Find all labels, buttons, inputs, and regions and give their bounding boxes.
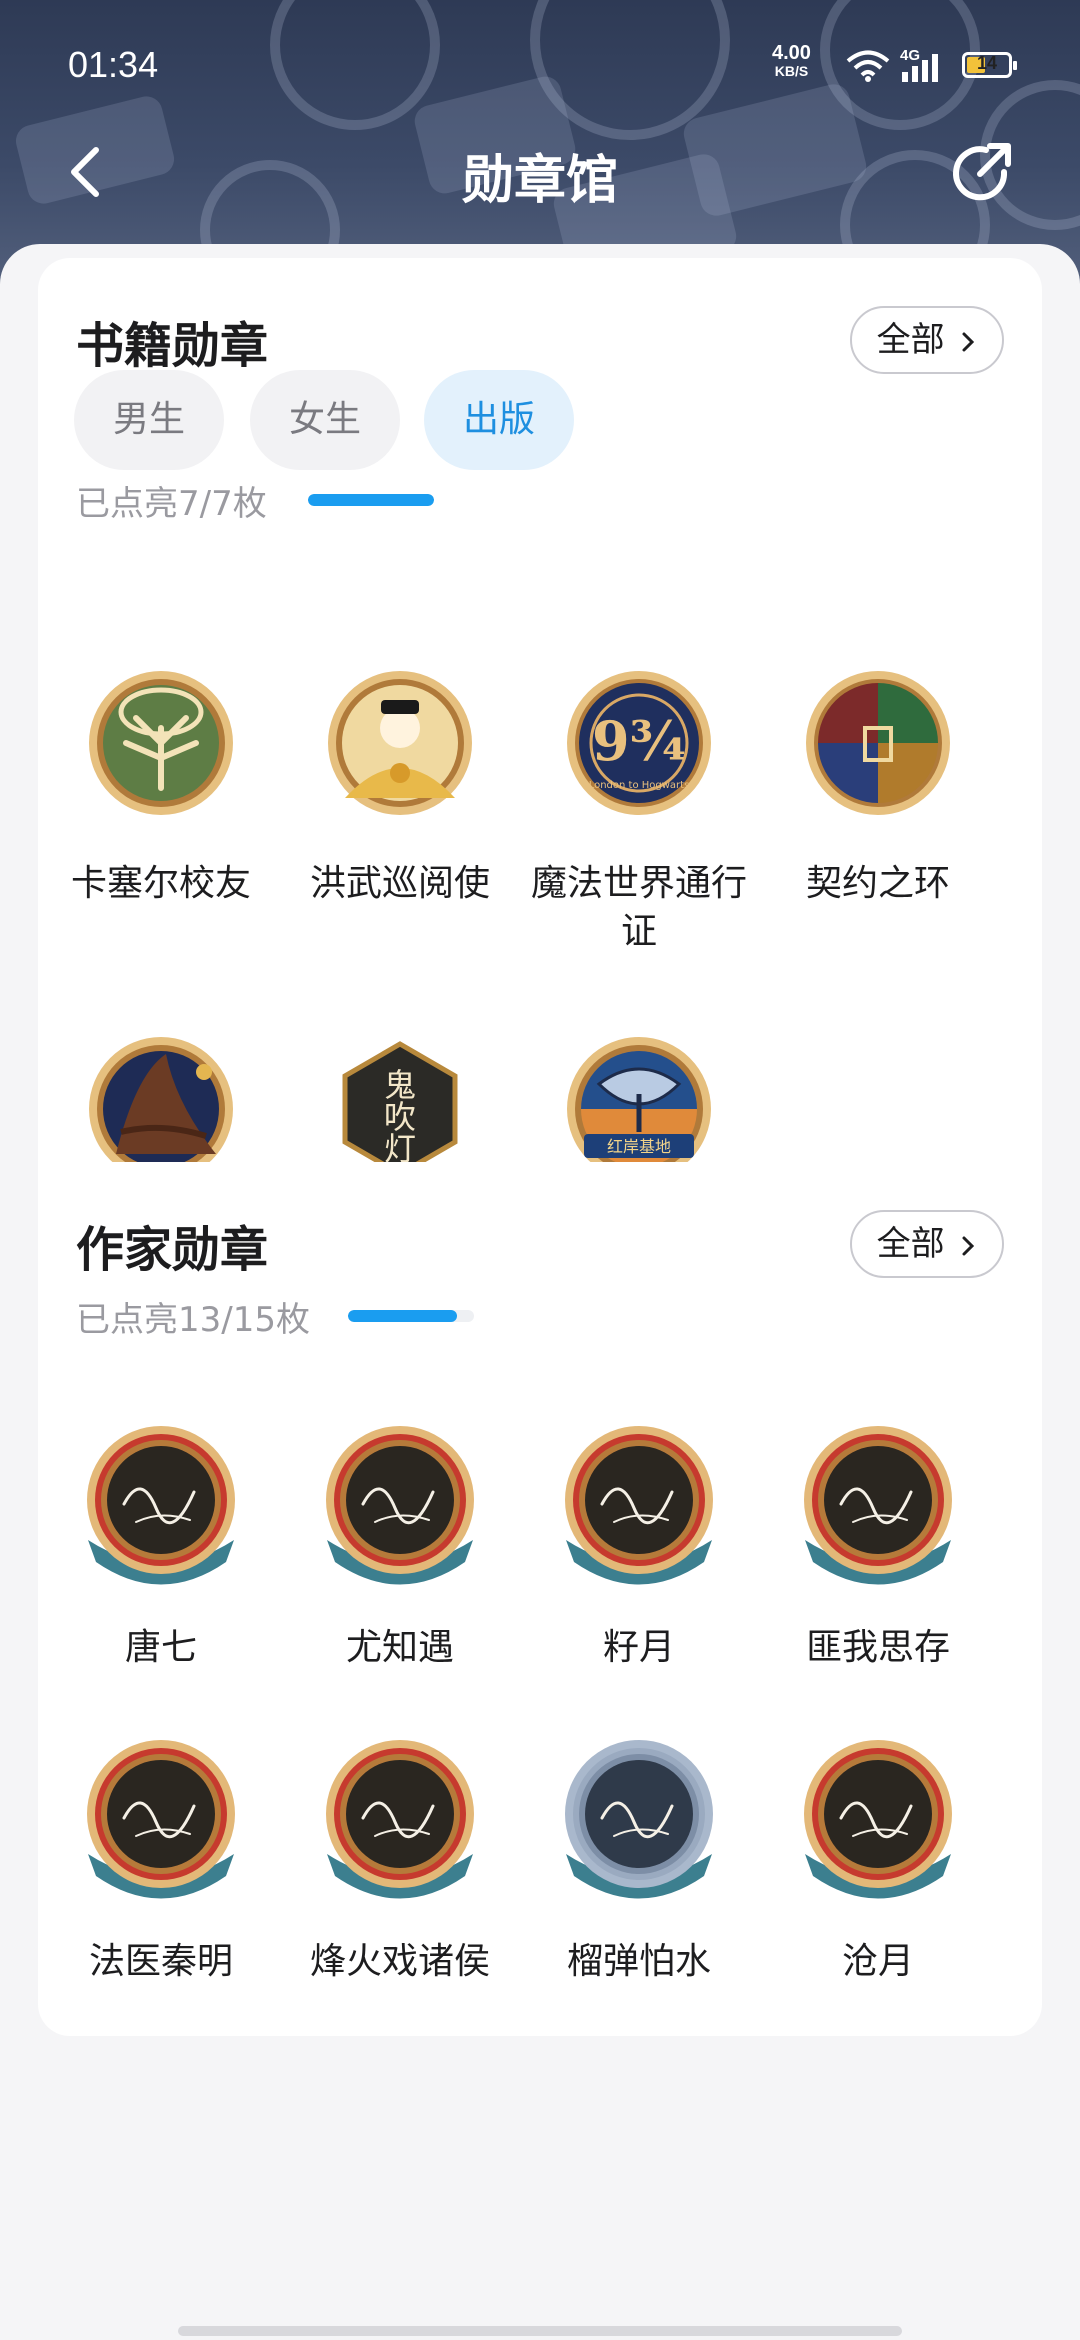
- hongwu-emperor-medal-icon: [305, 648, 495, 838]
- four-houses-medal-icon: [783, 648, 973, 838]
- signature-medal-icon: [66, 1726, 256, 1916]
- author-medal-name: 唐七: [124, 1627, 197, 1668]
- author-medals-progress-text: 已点亮13/15枚: [76, 1300, 310, 1340]
- progress-fill: [348, 1310, 458, 1322]
- signature-medal-icon: [305, 1726, 495, 1916]
- content-sheet: 书籍勋章 全部 男生 女生 出版 已点亮7/7枚 卡塞尔校友 洪武巡阅使 9¾ Lon…: [0, 244, 1080, 2340]
- signature-medal-icon: [544, 1726, 734, 1916]
- book-medal-name: 洪武巡阅使: [309, 863, 490, 904]
- author-medal-name: 法医秦明: [88, 1941, 233, 1982]
- all-button-label: 全部: [876, 1224, 945, 1264]
- network-speed-unit: KB/S: [774, 63, 809, 79]
- book-medals-title: 书籍勋章: [76, 318, 269, 374]
- progress-fill: [308, 494, 434, 506]
- status-time: 01:34: [68, 44, 159, 85]
- signature-medal-icon: [66, 1412, 256, 1602]
- wifi-icon: [846, 50, 890, 86]
- share-icon: [953, 143, 1011, 201]
- book-medals-all-button[interactable]: 全部: [850, 306, 1004, 374]
- author-medal-name: 沧月: [841, 1941, 914, 1982]
- author-medal-name: 匪我思存: [805, 1627, 950, 1668]
- platform-nine-three-quarters-medal-icon: 9¾ London to Hogwarts: [544, 648, 734, 838]
- cassell-tree-medal-icon: [66, 648, 256, 838]
- tab-published[interactable]: 出版: [424, 370, 574, 470]
- share-button[interactable]: [946, 138, 1016, 208]
- network-type: 4G: [900, 47, 920, 64]
- book-medals-progress-text: 已点亮7/7枚: [76, 484, 267, 524]
- signal-icon: 4G: [896, 46, 946, 90]
- author-medal-name: 榴弹怕水: [566, 1941, 711, 1982]
- all-button-label: 全部: [876, 320, 945, 360]
- network-speed-value: 4.00: [772, 42, 811, 64]
- svg-text:9¾: 9¾: [592, 709, 686, 773]
- network-speed: 4.00 KB/S: [772, 42, 811, 80]
- book-medal-name: 契约之环: [805, 863, 950, 904]
- tab-female[interactable]: 女生: [250, 370, 400, 470]
- author-medals-title: 作家勋章: [76, 1222, 269, 1278]
- tab-male[interactable]: 男生: [74, 370, 224, 470]
- book-medal-name: 魔法世界通行证: [530, 863, 747, 952]
- home-indicator: [178, 2326, 902, 2336]
- page-title: 勋章馆: [461, 151, 618, 211]
- author-medals-all-button[interactable]: 全部: [850, 1210, 1004, 1278]
- author-medals-progress-bar: [348, 1310, 474, 1322]
- author-medal-name: 籽月: [602, 1627, 675, 1668]
- svg-text:London to Hogwarts: London to Hogwarts: [589, 780, 690, 791]
- svg-text:红岸基地: 红岸基地: [607, 1137, 671, 1156]
- signature-medal-icon: [783, 1726, 973, 1916]
- author-medal-name: 烽火戏诸侯: [309, 1941, 490, 1982]
- chevron-right-icon: [962, 332, 975, 351]
- signature-medal-icon: [783, 1412, 973, 1602]
- book-medals-progress-bar: [308, 494, 434, 506]
- battery-icon: 14: [962, 52, 1017, 78]
- chevron-right-icon: [962, 1236, 975, 1255]
- signature-medal-icon: [305, 1412, 495, 1602]
- book-medal-name: 卡塞尔校友: [70, 863, 251, 904]
- author-medals-card: 作家勋章 全部 已点亮13/15枚 唐七 尤知遇 籽月 匪我思存法医秦明 烽火戏诸侯 榴弹…: [38, 1162, 1042, 2036]
- battery-level: 14: [976, 53, 998, 73]
- status-bar: 01:34 4.00 KB/S 4G 14: [0, 0, 1080, 130]
- author-medal-name: 尤知遇: [345, 1627, 454, 1668]
- signature-medal-icon: [544, 1412, 734, 1602]
